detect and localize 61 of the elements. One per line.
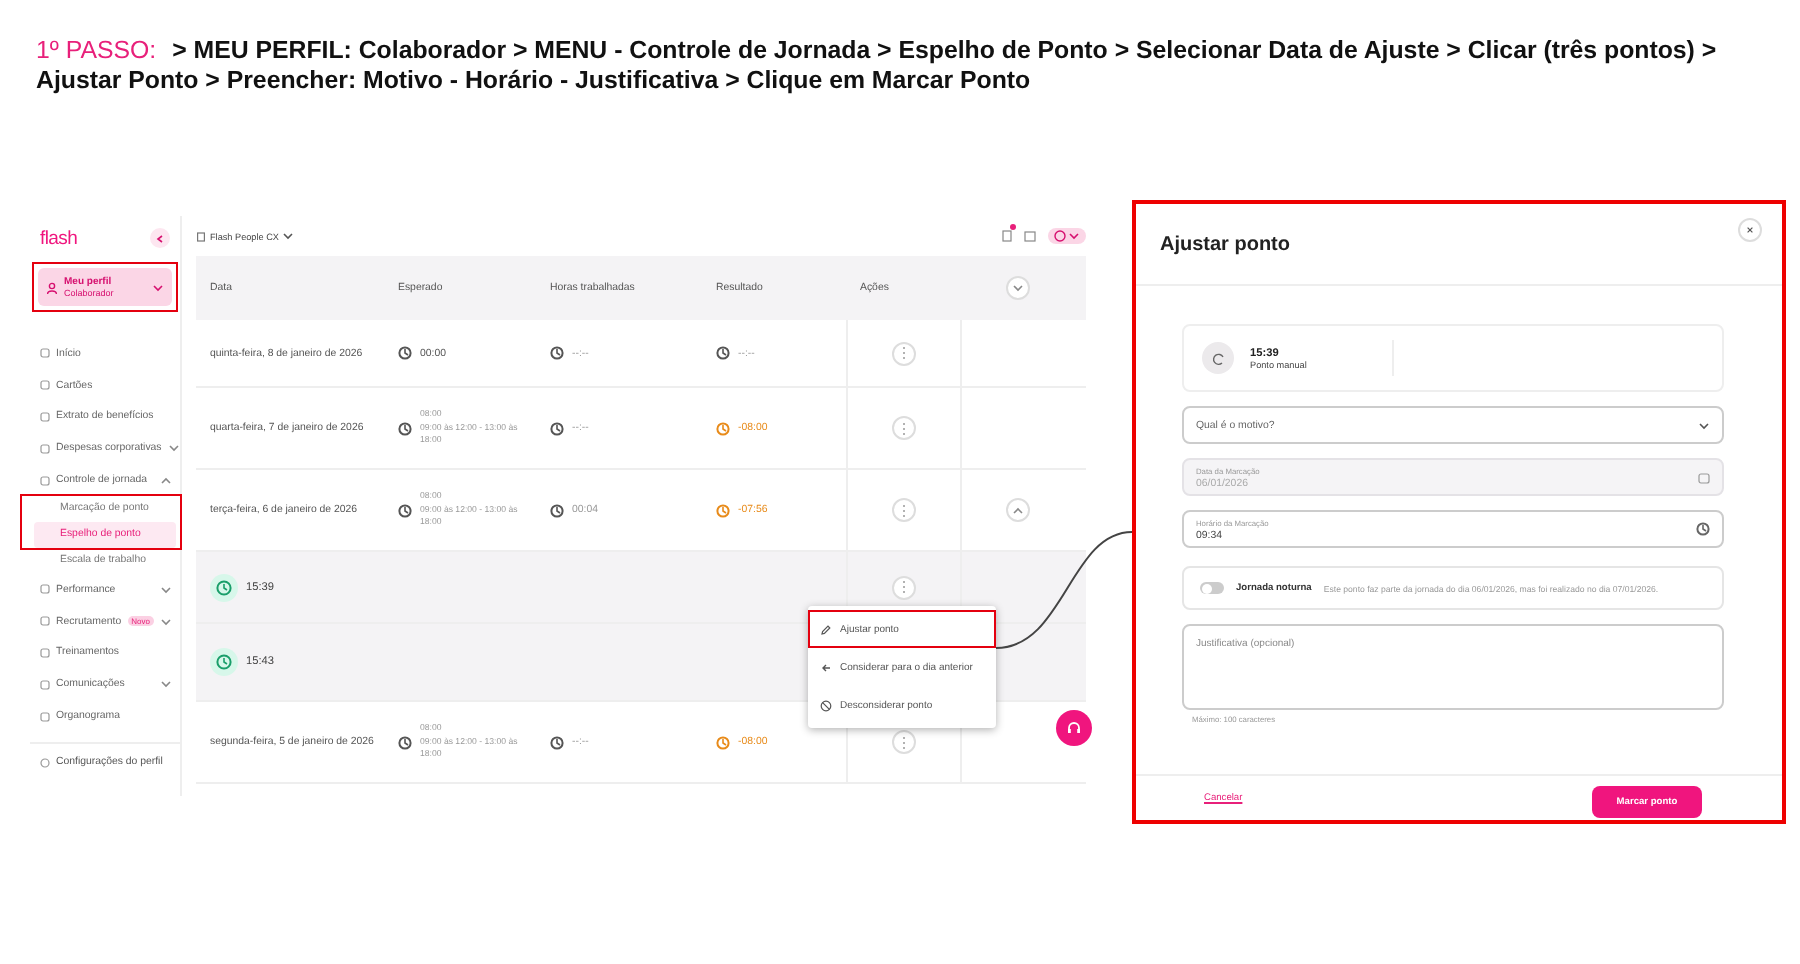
square-icon: [40, 616, 50, 627]
more-button[interactable]: [892, 730, 916, 754]
square-icon: [40, 711, 50, 722]
square-icon: [40, 411, 50, 422]
more-button[interactable]: [892, 341, 916, 365]
chevron-down-icon: [167, 444, 180, 453]
chevron-up-icon: [160, 476, 172, 485]
person-icon: [46, 281, 58, 293]
square-icon: [40, 475, 50, 486]
avatar-button[interactable]: [1048, 228, 1086, 244]
prohibited-icon: [820, 699, 832, 711]
more-button[interactable]: [892, 498, 916, 522]
clock-icon: [398, 421, 412, 435]
chevron-down-icon: [1011, 284, 1023, 292]
clock-icon: [550, 735, 564, 749]
clock-icon: [398, 346, 412, 360]
more-button[interactable]: [892, 575, 916, 599]
clock-icon: [398, 503, 412, 517]
pencil-icon: [820, 623, 832, 635]
clock-icon: [550, 421, 564, 435]
instruction-text: 1º PASSO: > MEU PERFIL: Colaborador > MENU - Controle de Jornada > Espelho de Ponto > Selecionar Data de Ajuste > Clicar (três pontos) > Ajustar Ponto > Preencher: Motivo - Horário - Justificativa > Clique em Marcar Ponto: [36, 36, 1719, 96]
collapse-button[interactable]: [150, 228, 170, 248]
chevron-down-icon: [160, 680, 172, 689]
chevron-down-icon: [282, 232, 295, 240]
chevron-down-icon: [152, 283, 164, 291]
close-icon: [1746, 226, 1754, 234]
chevron-down-icon: [1068, 232, 1080, 240]
square-icon: [40, 584, 50, 595]
clock-icon: [1696, 522, 1710, 536]
modal-title: Ajustar ponto: [1160, 233, 1290, 255]
expand-all-button[interactable]: [1005, 276, 1029, 300]
clock-icon: [216, 654, 232, 670]
chevron-down-icon: [1698, 421, 1710, 429]
avatar-icon: [1054, 230, 1066, 242]
notification-dot: [1010, 224, 1016, 230]
toggle-switch[interactable]: [1200, 582, 1224, 594]
clock-icon: [550, 503, 564, 517]
square-icon: [40, 348, 50, 359]
headset-icon: [1066, 720, 1082, 736]
connector-line: [995, 531, 1133, 649]
chevron-down-icon: [160, 617, 172, 626]
clock-icon: [716, 421, 730, 435]
clock-icon: [716, 735, 730, 749]
square-icon: [40, 443, 50, 454]
square-icon: [40, 380, 50, 391]
clock-icon: [398, 735, 412, 749]
close-button[interactable]: [1738, 218, 1762, 242]
chevron-left-icon: [156, 233, 164, 243]
support-button[interactable]: [1056, 710, 1092, 746]
clock-icon: [216, 579, 232, 595]
arrow-left-icon: [820, 661, 832, 673]
square-icon: [40, 679, 50, 690]
collapse-row-button[interactable]: [1006, 498, 1030, 522]
chevron-down-icon: [160, 585, 172, 594]
more-button[interactable]: [892, 416, 916, 440]
square-icon: [40, 647, 50, 658]
chevron-up-icon: [1012, 506, 1024, 514]
clock-icon: [716, 346, 730, 360]
clock-icon: [550, 346, 564, 360]
clock-icon: [716, 503, 730, 517]
logo: flash: [40, 227, 78, 249]
